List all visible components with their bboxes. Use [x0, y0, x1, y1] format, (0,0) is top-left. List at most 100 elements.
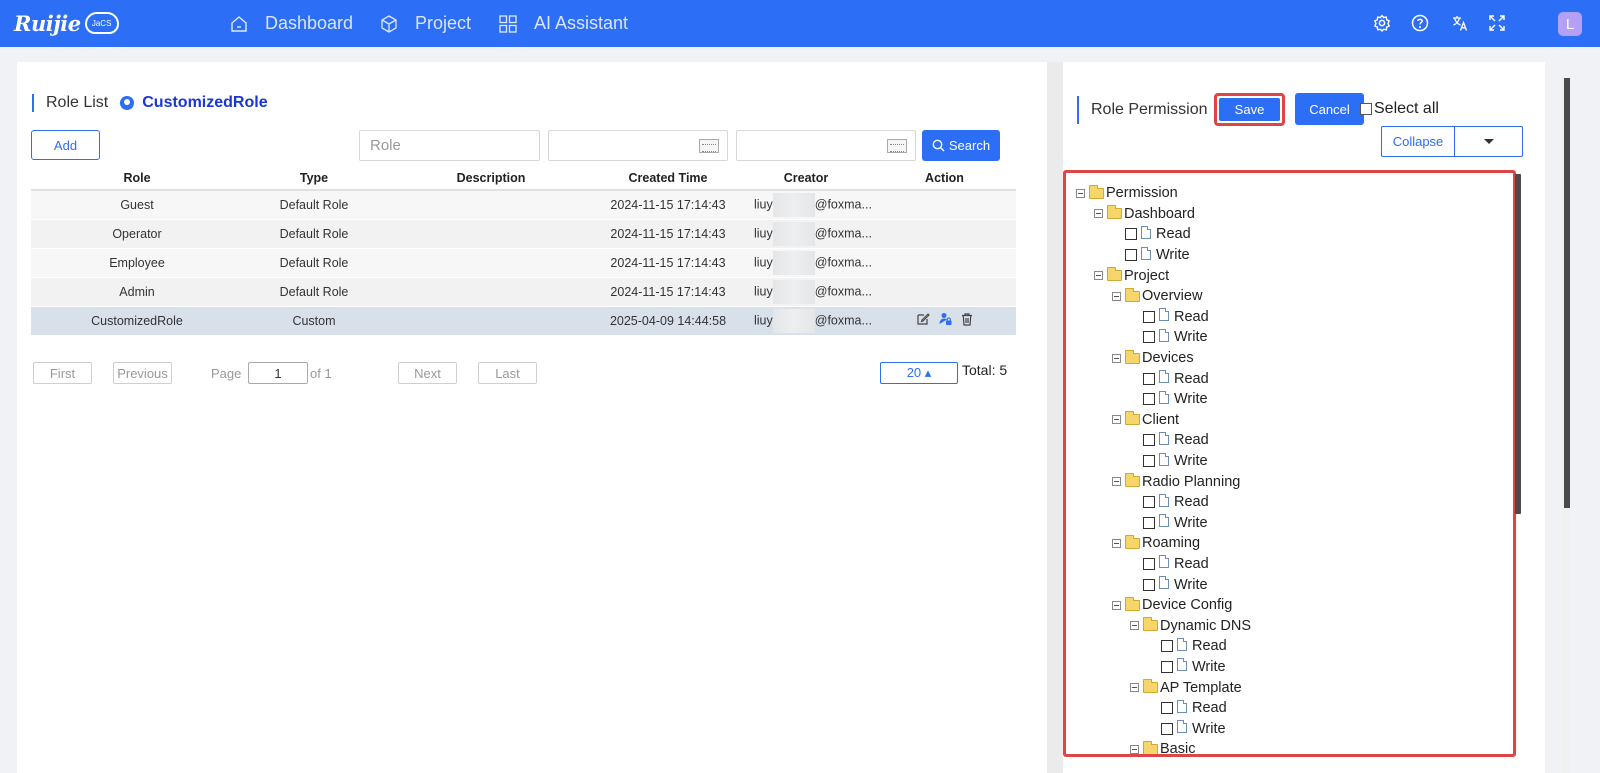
permission-checkbox[interactable] [1161, 702, 1173, 715]
tree-folder-node[interactable]: Dynamic DNS [1076, 615, 1251, 636]
permission-checkbox[interactable] [1143, 372, 1155, 385]
calendar-icon[interactable] [887, 139, 907, 153]
permission-checkbox[interactable] [1143, 434, 1155, 447]
edit-icon[interactable] [916, 312, 930, 326]
tree-leaf-node[interactable]: Write [1076, 513, 1251, 534]
table-row[interactable]: Employee Default Role 2024-11-15 17:14:4… [31, 248, 1016, 278]
tree-folder-node[interactable]: Roaming [1076, 533, 1251, 554]
settings-gear-icon[interactable] [1372, 13, 1392, 33]
tree-leaf-node[interactable]: Read [1076, 368, 1251, 389]
tree-leaf-node[interactable]: Write [1076, 718, 1251, 739]
tree-folder-node[interactable]: Client [1076, 410, 1251, 431]
cancel-button[interactable]: Cancel [1295, 93, 1364, 125]
pager-next-button[interactable]: Next [398, 362, 457, 384]
tree-leaf-node[interactable]: Write [1076, 574, 1251, 595]
collapse-toggle-icon[interactable] [1112, 600, 1121, 610]
tree-leaf-node[interactable]: Write [1076, 389, 1251, 410]
pager-last-button[interactable]: Last [478, 362, 537, 384]
table-row[interactable]: Guest Default Role 2024-11-15 17:14:43 l… [31, 190, 1016, 220]
collapse-toggle-icon[interactable] [1112, 291, 1121, 301]
nav-dashboard[interactable]: Dashboard [229, 0, 353, 47]
tree-folder-node[interactable]: Overview [1076, 286, 1251, 307]
tree-folder-node[interactable]: Device Config [1076, 595, 1251, 616]
collapse-toggle-icon[interactable] [1130, 683, 1139, 693]
tree-leaf-node[interactable]: Read [1076, 698, 1251, 719]
help-icon[interactable] [1410, 13, 1430, 33]
column-header-type[interactable]: Type [243, 166, 385, 191]
page-size-select[interactable]: 20 ▴ [880, 362, 958, 384]
tree-leaf-node[interactable]: Write [1076, 657, 1251, 678]
column-header-created-time[interactable]: Created Time [597, 166, 739, 191]
search-button[interactable]: Search [922, 130, 1000, 161]
tree-folder-node[interactable]: Basic [1076, 739, 1251, 754]
checkbox[interactable] [1360, 103, 1372, 115]
tree-folder-node[interactable]: Radio Planning [1076, 471, 1251, 492]
permission-checkbox[interactable] [1125, 249, 1137, 262]
permission-checkbox[interactable] [1143, 310, 1155, 323]
ruijie-logo[interactable]: Ruijie JaCS [14, 8, 119, 38]
collapse-toggle-icon[interactable] [1112, 353, 1121, 363]
collapse-dropdown-toggle[interactable] [1455, 127, 1522, 156]
column-header-creator[interactable]: Creator [739, 166, 873, 191]
permission-checkbox[interactable] [1161, 722, 1173, 735]
table-row-selected[interactable]: CustomizedRole Custom 2025-04-09 14:44:5… [31, 306, 1016, 336]
permission-lock-icon[interactable] [938, 312, 952, 326]
tree-folder-node[interactable]: Permission [1076, 183, 1251, 204]
permission-checkbox[interactable] [1143, 331, 1155, 344]
save-button[interactable]: Save [1219, 98, 1280, 121]
collapse-toggle-icon[interactable] [1094, 209, 1103, 219]
permission-checkbox[interactable] [1125, 228, 1137, 241]
column-header-role[interactable]: Role [31, 166, 243, 191]
permission-checkbox[interactable] [1161, 660, 1173, 673]
tree-folder-node[interactable]: Devices [1076, 348, 1251, 369]
table-row[interactable]: Operator Default Role 2024-11-15 17:14:4… [31, 219, 1016, 249]
collapse-toggle-icon[interactable] [1094, 271, 1103, 281]
permission-checkbox[interactable] [1143, 496, 1155, 509]
collapse-toggle-icon[interactable] [1130, 621, 1139, 631]
nav-project[interactable]: Project [379, 0, 471, 47]
pager-first-button[interactable]: First [33, 362, 92, 384]
page-scrollbar-thumb[interactable] [1564, 78, 1570, 508]
end-date-input[interactable] [736, 130, 916, 161]
pager-previous-button[interactable]: Previous [113, 362, 172, 384]
tree-folder-node[interactable]: AP Template [1076, 677, 1251, 698]
tree-leaf-node[interactable]: Read [1076, 307, 1251, 328]
page-number-input[interactable]: 1 [248, 362, 308, 384]
tree-leaf-node[interactable]: Write [1076, 245, 1251, 266]
tree-folder-node[interactable]: Dashboard [1076, 204, 1251, 225]
tree-leaf-node[interactable]: Read [1076, 554, 1251, 575]
collapse-toggle-icon[interactable] [1076, 188, 1085, 198]
collapse-toggle-icon[interactable] [1112, 538, 1121, 548]
collapse-button[interactable]: Collapse [1382, 127, 1455, 156]
calendar-icon[interactable] [699, 139, 719, 153]
collapse-toggle-icon[interactable] [1112, 415, 1121, 425]
role-search-input[interactable]: Role [359, 130, 540, 161]
tree-scrollbar[interactable] [1515, 174, 1521, 514]
tree-leaf-node[interactable]: Write [1076, 451, 1251, 472]
language-translate-icon[interactable] [1450, 13, 1470, 33]
tree-leaf-node[interactable]: Read [1076, 430, 1251, 451]
start-date-input[interactable] [548, 130, 728, 161]
permission-checkbox[interactable] [1143, 393, 1155, 406]
fullscreen-icon[interactable] [1487, 13, 1507, 33]
permission-checkbox[interactable] [1143, 516, 1155, 529]
nav-ai-assistant[interactable]: AI Assistant [498, 0, 628, 47]
tree-leaf-node[interactable]: Read [1076, 636, 1251, 657]
permission-checkbox[interactable] [1143, 557, 1155, 570]
table-row[interactable]: Admin Default Role 2024-11-15 17:14:43 l… [31, 277, 1016, 307]
add-role-button[interactable]: Add [31, 130, 100, 160]
permission-checkbox[interactable] [1143, 455, 1155, 468]
collapse-toggle-icon[interactable] [1130, 744, 1139, 754]
tree-folder-node[interactable]: Project [1076, 265, 1251, 286]
page-scrollbar[interactable] [1562, 78, 1570, 773]
permission-checkbox[interactable] [1143, 578, 1155, 591]
collapse-toggle-icon[interactable] [1112, 477, 1121, 487]
permission-checkbox[interactable] [1161, 640, 1173, 653]
select-all-checkbox[interactable]: Select all [1360, 100, 1439, 118]
tree-leaf-node[interactable]: Write [1076, 327, 1251, 348]
tree-leaf-node[interactable]: Read [1076, 492, 1251, 513]
column-header-description[interactable]: Description [385, 166, 597, 191]
tree-leaf-node[interactable]: Read [1076, 224, 1251, 245]
delete-trash-icon[interactable] [960, 312, 974, 326]
user-avatar[interactable]: L [1558, 12, 1582, 36]
